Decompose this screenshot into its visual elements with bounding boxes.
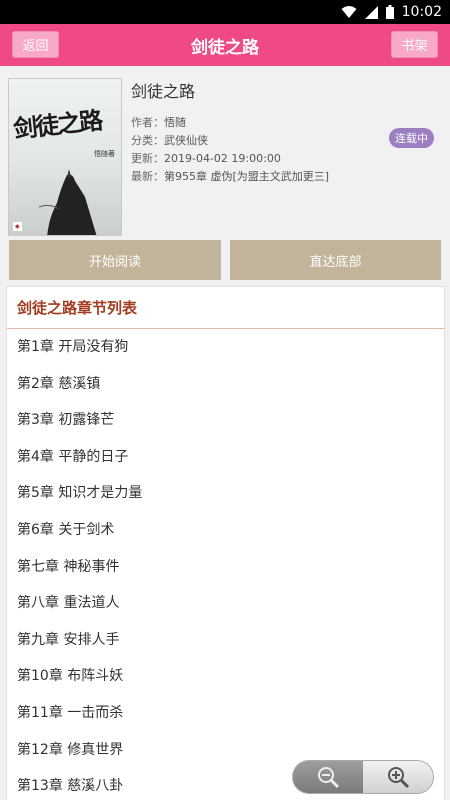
- zoom-in-icon: [388, 767, 410, 789]
- zoom-control: [292, 760, 434, 794]
- page-title: 剑徒之路: [191, 37, 259, 58]
- back-button[interactable]: 返回: [12, 31, 59, 58]
- battery-icon: [385, 5, 394, 19]
- latest-row: 最新：第955章 虚伪[为盟主文武加更三]: [131, 170, 330, 183]
- chapter-item[interactable]: 第1章 开局没有狗: [7, 329, 444, 366]
- chapter-item[interactable]: 第七章 神秘事件: [7, 549, 444, 586]
- status-badge: 连载中: [389, 128, 434, 148]
- cover-title: 剑徒之路: [11, 105, 103, 144]
- chapter-list-title: 剑徒之路章节列表: [7, 287, 444, 329]
- top-app-bar: 返回 剑徒之路 书架: [0, 24, 450, 66]
- chapter-item[interactable]: 第八章 重法道人: [7, 585, 444, 622]
- book-cover: 剑徒之路 悟随著 ◆: [8, 78, 122, 236]
- chapter-item[interactable]: 第6章 关于剑术: [7, 512, 444, 549]
- clock: 10:02: [401, 4, 442, 20]
- zoom-out-icon: [318, 767, 340, 789]
- chapter-item[interactable]: 第5章 知识才是力量: [7, 475, 444, 512]
- book-name: 剑徒之路: [131, 82, 196, 101]
- chapter-item[interactable]: 第2章 慈溪镇: [7, 366, 444, 403]
- category-value: 武侠仙侠: [164, 134, 208, 147]
- book-info: 剑徒之路 悟随著 ◆ 剑徒之路 作者：悟随 分类：武侠仙侠 更新：2019-04…: [0, 66, 450, 240]
- zoom-out-button[interactable]: [293, 761, 363, 793]
- wifi-icon: [341, 5, 357, 19]
- author-value: 悟随: [164, 116, 186, 129]
- status-bar: 10:02: [0, 0, 450, 24]
- publisher-logo: ◆: [13, 222, 22, 231]
- chapter-list: 剑徒之路章节列表 第1章 开局没有狗 第2章 慈溪镇 第3章 初露锋芒 第4章 …: [6, 286, 445, 800]
- cover-author: 悟随著: [94, 150, 115, 158]
- latest-chapter-link[interactable]: 第955章 虚伪[为盟主文武加更三]: [164, 170, 329, 183]
- chapter-item[interactable]: 第11章 一击而杀: [7, 695, 444, 732]
- chapter-item[interactable]: 第10章 布阵斗妖: [7, 658, 444, 695]
- signal-icon: [364, 5, 378, 19]
- updated-value: 2019-04-02 19:00:00: [164, 152, 281, 165]
- cover-figure: [39, 169, 97, 235]
- bookshelf-button[interactable]: 书架: [391, 31, 438, 58]
- chapter-item[interactable]: 第4章 平静的日子: [7, 439, 444, 476]
- chapter-item[interactable]: 第3章 初露锋芒: [7, 402, 444, 439]
- zoom-in-button[interactable]: [363, 761, 433, 793]
- updated-row: 更新：2019-04-02 19:00:00: [131, 152, 281, 165]
- action-bar: 开始阅读 直达底部: [0, 240, 450, 280]
- chapter-items: 第1章 开局没有狗 第2章 慈溪镇 第3章 初露锋芒 第4章 平静的日子 第5章…: [7, 329, 444, 800]
- go-to-bottom-button[interactable]: 直达底部: [230, 240, 441, 280]
- start-reading-button[interactable]: 开始阅读: [9, 240, 221, 280]
- chapter-item[interactable]: 第九章 安排人手: [7, 622, 444, 659]
